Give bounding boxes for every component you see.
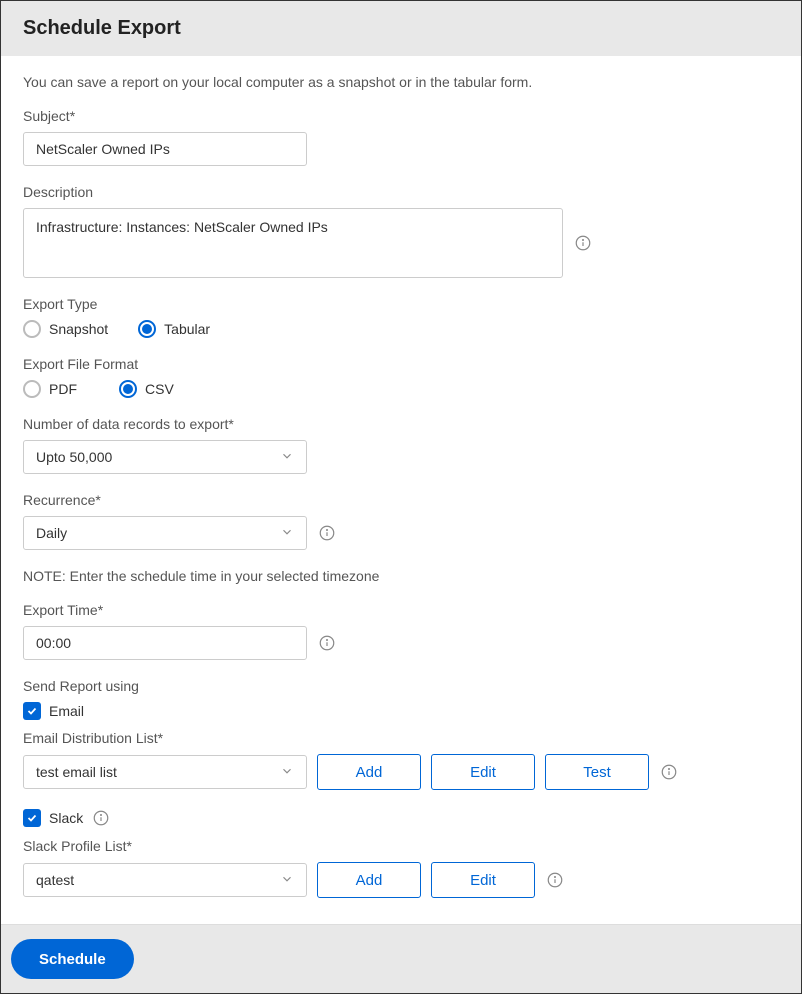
records-value: Upto 50,000 [36,449,280,465]
email-edit-button[interactable]: Edit [431,754,535,790]
file-format-label: Export File Format [23,356,779,372]
checkbox-checked-icon [23,702,41,720]
slack-edit-button[interactable]: Edit [431,862,535,898]
radio-icon [23,380,41,398]
dialog-header: Schedule Export [1,1,801,56]
chevron-down-icon [280,525,294,542]
chevron-down-icon [280,449,294,466]
subject-label: Subject* [23,108,779,124]
radio-csv[interactable]: CSV [119,380,174,398]
dialog-title: Schedule Export [23,17,779,40]
records-select[interactable]: Upto 50,000 [23,440,307,474]
email-list-select[interactable]: test email list [23,755,307,789]
email-list-group: Email Distribution List* test email list… [23,730,779,790]
radio-pdf[interactable]: PDF [23,380,77,398]
radio-tabular[interactable]: Tabular [138,320,210,338]
dialog-footer: Schedule [1,924,801,993]
info-icon[interactable] [317,633,337,653]
recurrence-label: Recurrence* [23,492,779,508]
email-list-value: test email list [36,764,280,780]
radio-icon [119,380,137,398]
recurrence-group: Recurrence* Daily [23,492,779,550]
recurrence-select[interactable]: Daily [23,516,307,550]
slack-checkbox-label: Slack [49,810,83,826]
email-test-button[interactable]: Test [545,754,649,790]
recurrence-value: Daily [36,525,280,541]
dialog-body: You can save a report on your local comp… [1,56,801,924]
export-time-input[interactable] [23,626,307,660]
file-format-group: Export File Format PDF CSV [23,356,779,398]
slack-list-select[interactable]: qatest [23,863,307,897]
info-icon[interactable] [659,762,679,782]
email-add-button[interactable]: Add [317,754,421,790]
chevron-down-icon [280,872,294,889]
intro-text: You can save a report on your local comp… [23,74,779,90]
records-group: Number of data records to export* Upto 5… [23,416,779,474]
send-report-label: Send Report using [23,678,779,694]
export-time-label: Export Time* [23,602,779,618]
radio-tabular-label: Tabular [164,321,210,337]
email-checkbox-label: Email [49,703,84,719]
send-report-group: Send Report using Email [23,678,779,720]
info-icon[interactable] [573,233,593,253]
schedule-button[interactable]: Schedule [11,939,134,979]
records-label: Number of data records to export* [23,416,779,432]
subject-group: Subject* [23,108,779,166]
slack-list-value: qatest [36,872,280,888]
slack-checkbox[interactable]: Slack [23,808,779,828]
description-input[interactable]: Infrastructure: Instances: NetScaler Own… [23,208,563,278]
schedule-export-dialog: Schedule Export You can save a report on… [0,0,802,994]
radio-icon [23,320,41,338]
info-icon[interactable] [545,870,565,890]
subject-input[interactable] [23,132,307,166]
radio-snapshot-label: Snapshot [49,321,108,337]
email-checkbox[interactable]: Email [23,702,779,720]
export-time-group: Export Time* [23,602,779,660]
export-type-group: Export Type Snapshot Tabular [23,296,779,338]
email-list-label: Email Distribution List* [23,730,779,746]
description-label: Description [23,184,779,200]
slack-add-button[interactable]: Add [317,862,421,898]
info-icon[interactable] [317,523,337,543]
slack-list-group: Slack Profile List* qatest Add Edit [23,838,779,898]
checkbox-checked-icon [23,809,41,827]
export-type-label: Export Type [23,296,779,312]
chevron-down-icon [280,764,294,781]
slack-list-label: Slack Profile List* [23,838,779,854]
description-group: Description Infrastructure: Instances: N… [23,184,779,278]
radio-csv-label: CSV [145,381,174,397]
slack-checkbox-group: Slack [23,808,779,828]
radio-icon [138,320,156,338]
radio-snapshot[interactable]: Snapshot [23,320,108,338]
info-icon[interactable] [91,808,111,828]
schedule-note: NOTE: Enter the schedule time in your se… [23,568,779,584]
radio-pdf-label: PDF [49,381,77,397]
